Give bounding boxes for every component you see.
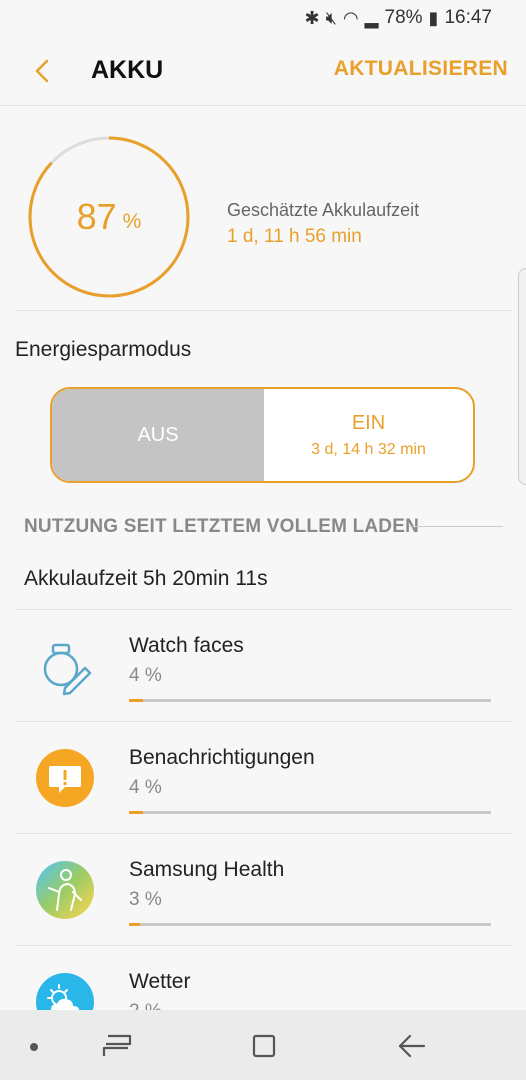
list-item[interactable]: Watch faces 4 % [15,609,511,720]
usage-bar [129,811,491,814]
power-saving-toggle: AUS EIN 3 d, 14 h 32 min [50,387,475,483]
scroll-handle[interactable] [518,268,526,485]
app-name: Watch faces [129,634,244,657]
power-saving-title: Energiesparmodus [15,338,192,361]
section-divider-line [409,526,503,527]
app-percent: 4 % [129,665,162,686]
battery-percent-status: 78% [384,7,423,28]
usage-bar [129,699,491,702]
back-arrow-icon[interactable] [30,58,56,84]
battery-percent: 87 [76,196,117,237]
app-name: Samsung Health [129,858,285,881]
battery-level-readout: 87 % [28,136,190,298]
battery-percent-unit: % [122,210,142,233]
page-title: AKKU [91,56,164,84]
usage-bar [129,923,491,926]
runtime-text: Akkulaufzeit 5h 20min 11s [24,567,268,590]
notification-icon [36,749,94,807]
back-icon[interactable] [396,1032,426,1060]
usage-bar-fill [129,699,144,702]
watch-face-icon [43,643,92,696]
status-bar: ✱ 🔇︎ ◠ ▂ 78% ▮ 16:47 [0,0,526,36]
power-saving-on-duration: 3 d, 14 h 32 min [311,440,426,458]
app-name: Benachrichtigungen [129,746,315,769]
estimate-label: Geschätzte Akkulaufzeit [227,200,420,220]
app-header: AKKU AKTUALISIEREN [0,36,526,106]
mute-icon: 🔇︎ [325,7,337,28]
estimate-value: 1 d, 11 h 56 min [227,226,362,247]
clock: 16:47 [444,7,492,28]
divider [15,310,511,311]
wifi-icon: ◠ [342,7,359,28]
app-name: Wetter [129,970,191,993]
dot-icon [30,1043,38,1051]
list-item[interactable]: Benachrichtigungen 4 % [15,721,511,832]
health-icon [36,861,94,919]
usage-section-header: NUTZUNG SEIT LETZTEM VOLLEM LADEN [24,516,420,537]
usage-bar-fill [129,811,144,814]
app-percent: 3 % [129,889,162,910]
recent-apps-icon[interactable] [100,1032,134,1060]
power-saving-off-button[interactable]: AUS [52,389,264,481]
list-item[interactable]: Samsung Health 3 % [15,833,511,944]
system-nav-bar [0,1010,526,1080]
usage-bar-fill [129,923,140,926]
refresh-button[interactable]: AKTUALISIEREN [334,57,508,81]
power-saving-on-label: EIN [351,411,386,434]
bluetooth-icon: ✱ [304,7,320,28]
app-percent: 4 % [129,777,162,798]
battery-icon: ▮ [428,7,439,28]
signal-icon: ▂ [364,7,379,28]
home-icon[interactable] [252,1034,276,1058]
power-saving-on-button[interactable]: EIN 3 d, 14 h 32 min [264,389,473,481]
